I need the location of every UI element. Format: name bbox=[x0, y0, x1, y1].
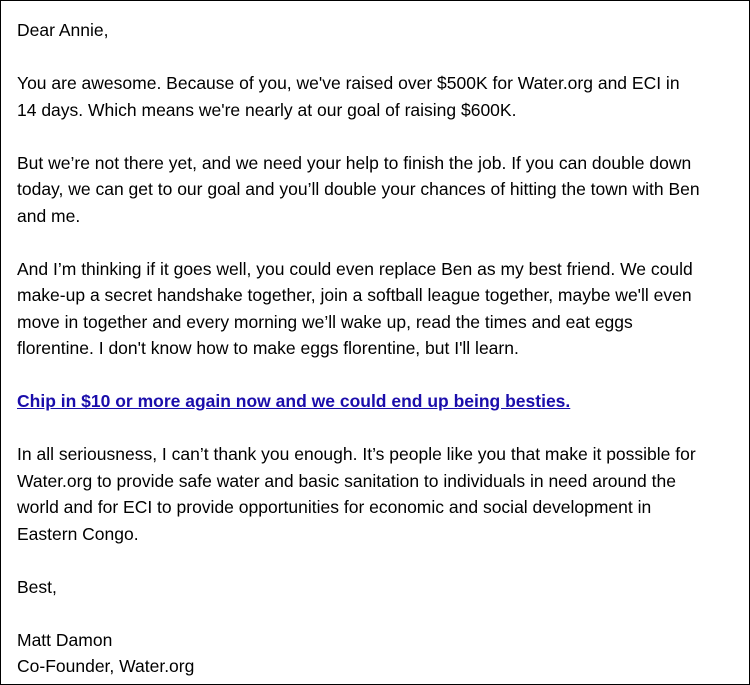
paragraph-best-friend: And I’m thinking if it goes well, you co… bbox=[17, 256, 733, 362]
paragraph-line: today, we can get to our goal and you’ll… bbox=[17, 179, 700, 199]
paragraph-double-down: But we’re not there yet, and we need you… bbox=[17, 150, 733, 230]
paragraph-line: florentine. I don't know how to make egg… bbox=[17, 338, 519, 358]
paragraph-line: Eastern Congo. bbox=[17, 523, 139, 544]
paragraph-thanks: In all seriousness, I can’t thank you en… bbox=[17, 441, 733, 547]
greeting: Dear Annie, bbox=[17, 17, 733, 44]
donate-link[interactable]: Chip in $10 or more again now and we cou… bbox=[17, 388, 733, 415]
paragraph-line: But we’re not there yet, and we need you… bbox=[17, 152, 692, 173]
closing: Best, bbox=[17, 574, 733, 601]
paragraph-raised-funds: You are awesome. Because of you, we've r… bbox=[17, 70, 733, 123]
paragraph-line: move in together and every morning we’ll… bbox=[17, 311, 633, 332]
donate-cta: Chip in $10 or more again now and we cou… bbox=[17, 388, 733, 415]
signature: Matt Damon Co-Founder, Water.org bbox=[17, 627, 733, 680]
paragraph-line: In all seriousness, I can’t thank you en… bbox=[17, 444, 696, 464]
paragraph-line: Water.org to provide safe water and basi… bbox=[17, 470, 676, 491]
paragraph-line: 14 days. Which means we're nearly at our… bbox=[17, 99, 517, 120]
paragraph-line: world and for ECI to provide opportuniti… bbox=[17, 497, 652, 517]
paragraph-line: make-up a secret handshake together, joi… bbox=[17, 285, 692, 305]
paragraph-line: You are awesome. Because of you, we've r… bbox=[17, 73, 680, 93]
signature-title: Co-Founder, Water.org bbox=[17, 656, 195, 676]
email-body: Dear Annie, You are awesome. Because of … bbox=[0, 0, 750, 685]
signature-name: Matt Damon bbox=[17, 629, 113, 650]
closing-text: Best, bbox=[17, 576, 57, 597]
paragraph-line: And I’m thinking if it goes well, you co… bbox=[17, 258, 693, 279]
greeting-text: Dear Annie, bbox=[17, 20, 109, 40]
paragraph-line: and me. bbox=[17, 205, 81, 226]
